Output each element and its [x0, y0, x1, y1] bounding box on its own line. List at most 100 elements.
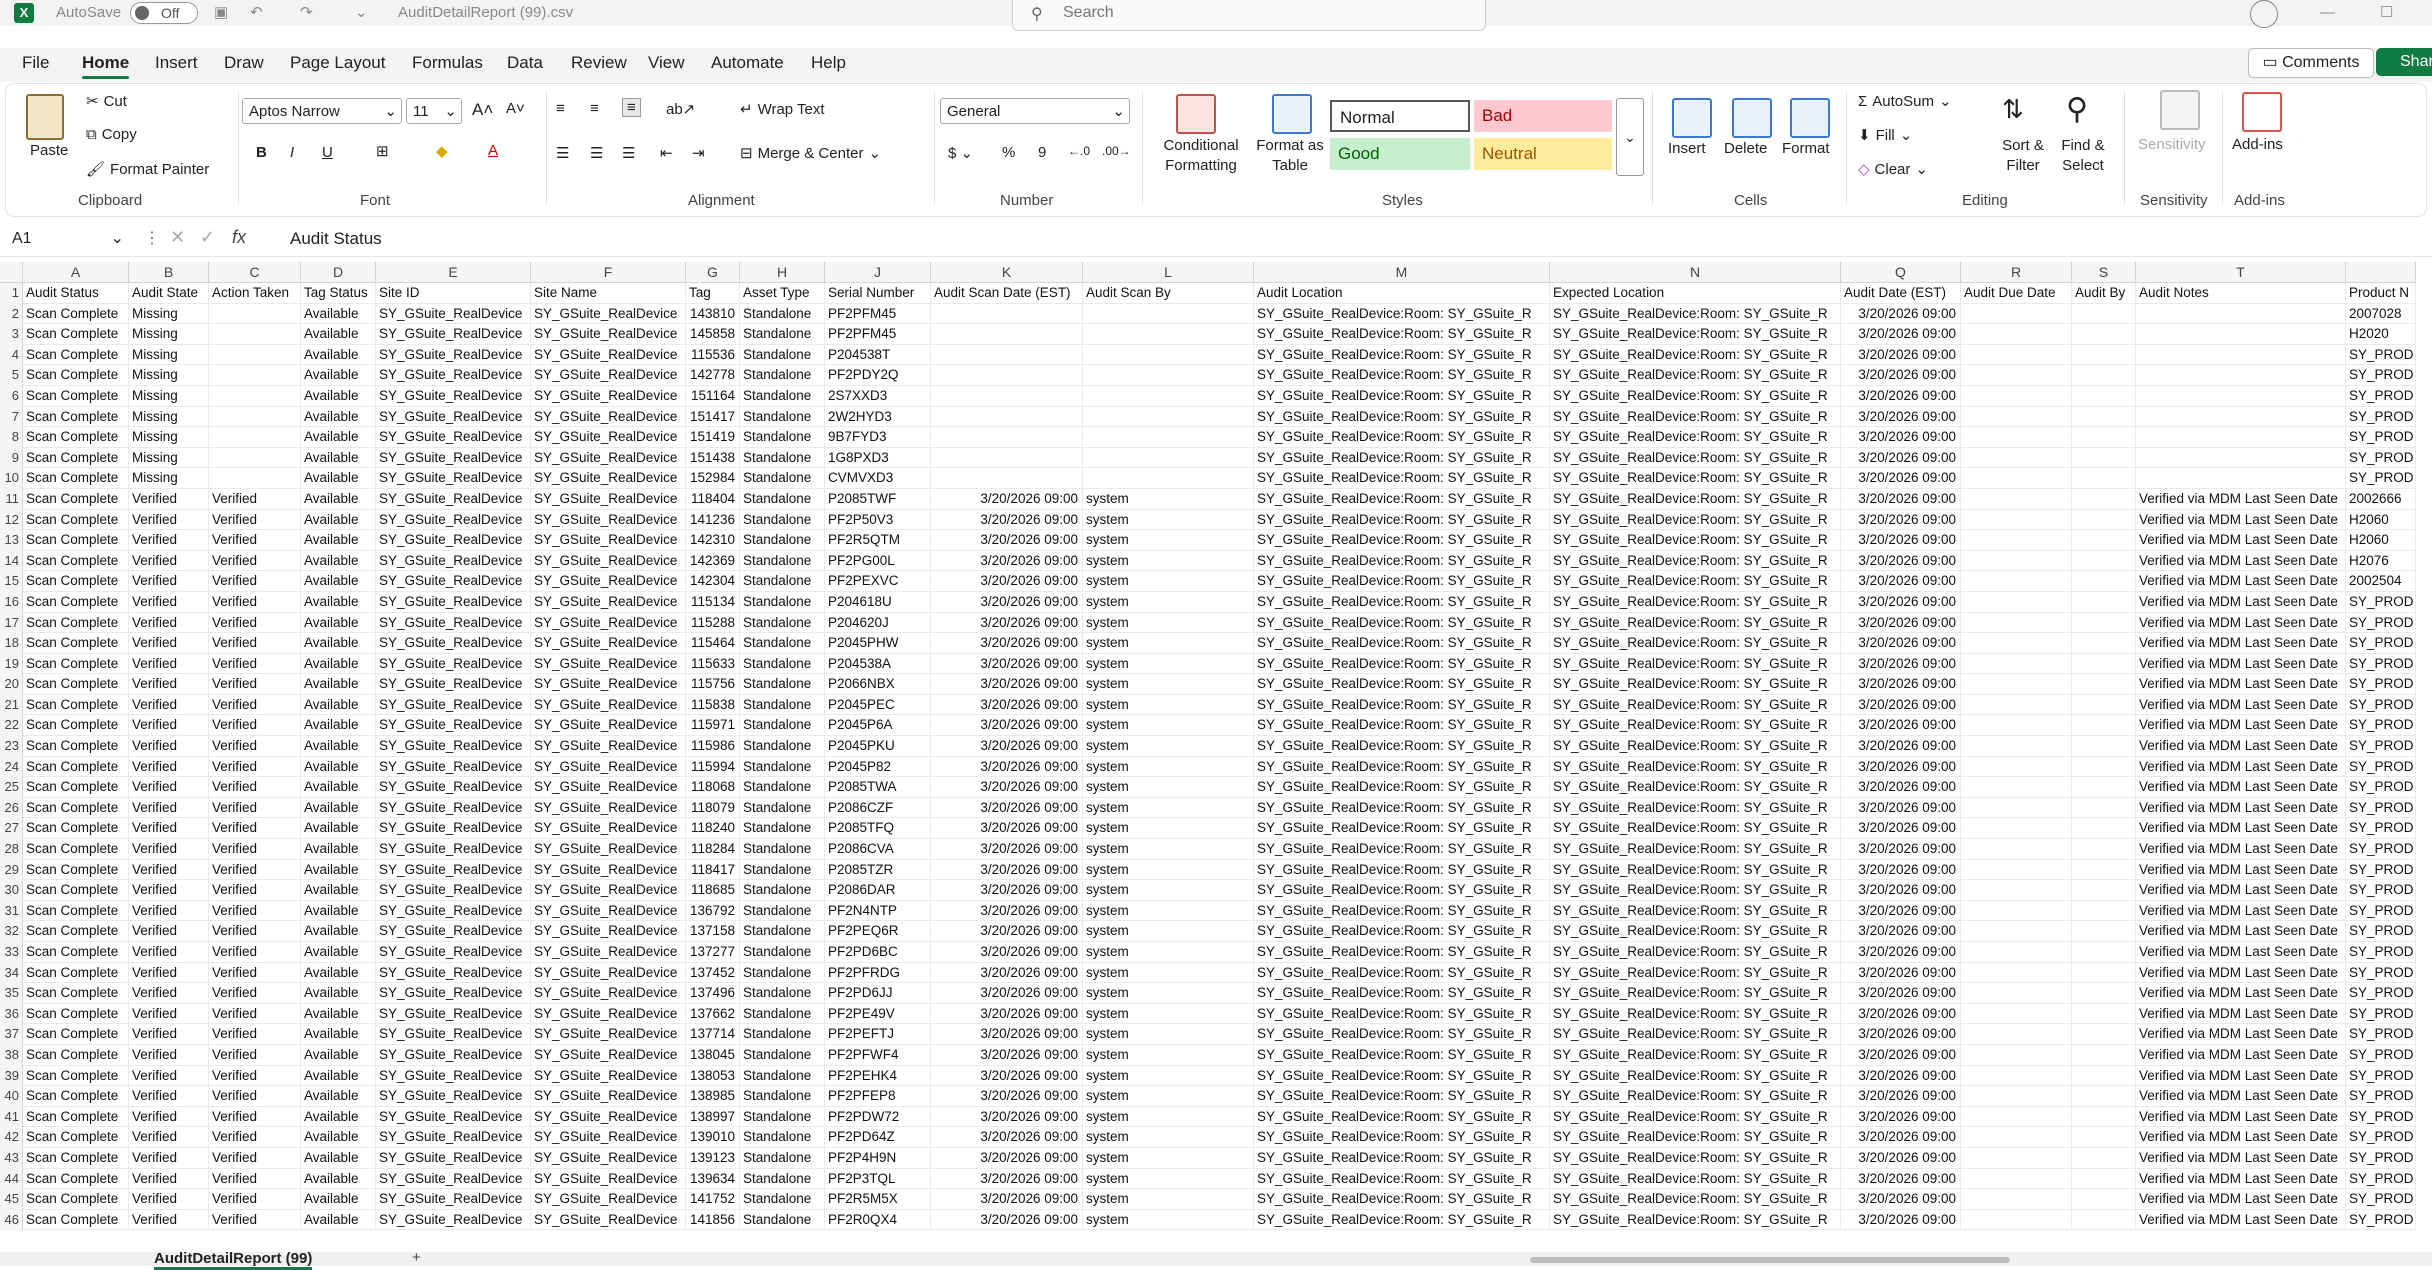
cell[interactable]: [1961, 962, 2072, 984]
cell[interactable]: SY_GSuite_RealDevice:Room: SY_GSuite_R: [1550, 1127, 1841, 1148]
cell[interactable]: SY_GSuite_RealDevice: [531, 365, 686, 386]
cell[interactable]: Standalone: [740, 797, 825, 819]
cell[interactable]: Verified: [209, 591, 301, 613]
cell[interactable]: [1961, 427, 2072, 448]
cell[interactable]: Standalone: [740, 1147, 825, 1169]
horizontal-scrollbar[interactable]: [1530, 1257, 2010, 1263]
cell[interactable]: Available: [301, 839, 376, 860]
cell[interactable]: [1961, 591, 2072, 613]
cell[interactable]: SY_PROD: [2346, 839, 2416, 860]
row-number[interactable]: 39: [0, 1066, 22, 1087]
decrease-indent-icon[interactable]: ⇤: [660, 144, 673, 162]
cell[interactable]: Tag: [686, 283, 740, 304]
cell[interactable]: SY_GSuite_RealDevice:Room: SY_GSuite_R: [1254, 736, 1550, 757]
cell[interactable]: 3/20/2026 09:00: [1841, 1106, 1961, 1128]
cell[interactable]: Available: [301, 324, 376, 345]
cell[interactable]: [209, 406, 301, 428]
cell[interactable]: Audit Notes: [2136, 283, 2346, 304]
cell[interactable]: 138053: [686, 1065, 740, 1087]
cell[interactable]: 3/20/2026 09:00: [1841, 694, 1961, 716]
cell[interactable]: Standalone: [740, 385, 825, 407]
cell[interactable]: SY_GSuite_RealDevice:Room: SY_GSuite_R: [1254, 344, 1550, 366]
cell[interactable]: 3/20/2026 09:00: [1841, 674, 1961, 695]
cell[interactable]: [1961, 715, 2072, 737]
autosum-button[interactable]: Σ AutoSum ⌄: [1858, 92, 1952, 111]
cell[interactable]: Site ID: [376, 283, 531, 304]
cell[interactable]: [1083, 303, 1254, 325]
cell[interactable]: 115633: [686, 653, 740, 675]
cell[interactable]: SY_GSuite_RealDevice: [531, 1127, 686, 1148]
cell[interactable]: Verified: [209, 509, 301, 531]
cell[interactable]: Verified: [209, 550, 301, 572]
paste-button[interactable]: Paste: [30, 142, 68, 159]
increase-decimal-icon[interactable]: ←.0: [1068, 144, 1090, 158]
cell[interactable]: 3/20/2026 09:00: [931, 550, 1083, 572]
cell[interactable]: system: [1083, 550, 1254, 572]
cell[interactable]: 3/20/2026 09:00: [931, 1065, 1083, 1087]
cell[interactable]: Scan Complete: [23, 859, 129, 881]
cell[interactable]: [209, 365, 301, 386]
row-number[interactable]: 5: [0, 365, 22, 386]
cell[interactable]: Available: [301, 921, 376, 942]
cell[interactable]: Verified via MDM Last Seen Date: [2136, 921, 2346, 942]
delete-cells-button[interactable]: Delete: [1724, 140, 1767, 157]
cell[interactable]: SY_GSuite_RealDevice: [376, 962, 531, 984]
row-number[interactable]: 21: [0, 695, 22, 716]
column-header[interactable]: Q: [1841, 262, 1961, 282]
row-number[interactable]: 38: [0, 1045, 22, 1066]
cell[interactable]: 3/20/2026 09:00: [1841, 406, 1961, 428]
cell[interactable]: SY_GSuite_RealDevice:Room: SY_GSuite_R: [1550, 530, 1841, 551]
cell[interactable]: SY_PROD: [2346, 694, 2416, 716]
cell[interactable]: 3/20/2026 09:00: [931, 1106, 1083, 1128]
column-header[interactable]: D: [301, 262, 376, 282]
cell[interactable]: Missing: [129, 385, 209, 407]
cell[interactable]: Verified: [209, 488, 301, 510]
cell[interactable]: Scan Complete: [23, 385, 129, 407]
column-header[interactable]: A: [23, 262, 129, 282]
cell[interactable]: Verified: [209, 715, 301, 737]
cell[interactable]: system: [1083, 818, 1254, 840]
cell[interactable]: SY_GSuite_RealDevice:Room: SY_GSuite_R: [1254, 591, 1550, 613]
cell[interactable]: Verified via MDM Last Seen Date: [2136, 942, 2346, 963]
cell[interactable]: Available: [301, 550, 376, 572]
font-name-dropdown[interactable]: Aptos Narrow ⌄: [242, 98, 402, 124]
cell[interactable]: system: [1083, 1106, 1254, 1128]
cell[interactable]: Standalone: [740, 818, 825, 840]
row-number[interactable]: 27: [0, 818, 22, 839]
cell[interactable]: [2072, 447, 2136, 469]
cell[interactable]: [2072, 612, 2136, 634]
cut-button[interactable]: ✂ Cut: [86, 92, 127, 111]
cell[interactable]: Scan Complete: [23, 777, 129, 798]
cell[interactable]: SY_GSuite_RealDevice: [531, 1189, 686, 1210]
cell[interactable]: [931, 447, 1083, 469]
cell[interactable]: [2072, 653, 2136, 675]
cell[interactable]: Verified: [129, 859, 209, 881]
cell[interactable]: [2072, 633, 2136, 654]
cell[interactable]: SY_PROD: [2346, 859, 2416, 881]
format-cells-button[interactable]: Format: [1782, 140, 1830, 157]
cell[interactable]: SY_GSuite_RealDevice:Room: SY_GSuite_R: [1550, 365, 1841, 386]
cell[interactable]: 3/20/2026 09:00: [1841, 1044, 1961, 1066]
cell[interactable]: 2007028: [2346, 303, 2416, 325]
cell[interactable]: [2072, 921, 2136, 942]
cell[interactable]: PF2R5QTM: [825, 530, 931, 551]
cell[interactable]: 3/20/2026 09:00: [1841, 839, 1961, 860]
cell[interactable]: [1961, 1024, 2072, 1045]
cell[interactable]: SY_PROD: [2346, 900, 2416, 922]
cell[interactable]: [2072, 674, 2136, 695]
cell[interactable]: 3/20/2026 09:00: [931, 1024, 1083, 1045]
cell[interactable]: SY_GSuite_RealDevice: [531, 591, 686, 613]
cell[interactable]: Verified: [209, 1086, 301, 1107]
cell[interactable]: SY_GSuite_RealDevice:Room: SY_GSuite_R: [1254, 1086, 1550, 1107]
cell[interactable]: SY_PROD: [2346, 1003, 2416, 1025]
cell[interactable]: SY_PROD: [2346, 365, 2416, 386]
cell[interactable]: 3/20/2026 09:00: [931, 715, 1083, 737]
cell[interactable]: Verified via MDM Last Seen Date: [2136, 756, 2346, 778]
cell[interactable]: Scan Complete: [23, 715, 129, 737]
cell[interactable]: Verified: [129, 715, 209, 737]
cell[interactable]: SY_GSuite_RealDevice: [376, 983, 531, 1004]
add-sheet-icon[interactable]: +: [412, 1249, 421, 1266]
cell[interactable]: SY_GSuite_RealDevice: [531, 1147, 686, 1169]
cell[interactable]: Available: [301, 1065, 376, 1087]
cell[interactable]: Verified: [129, 736, 209, 757]
